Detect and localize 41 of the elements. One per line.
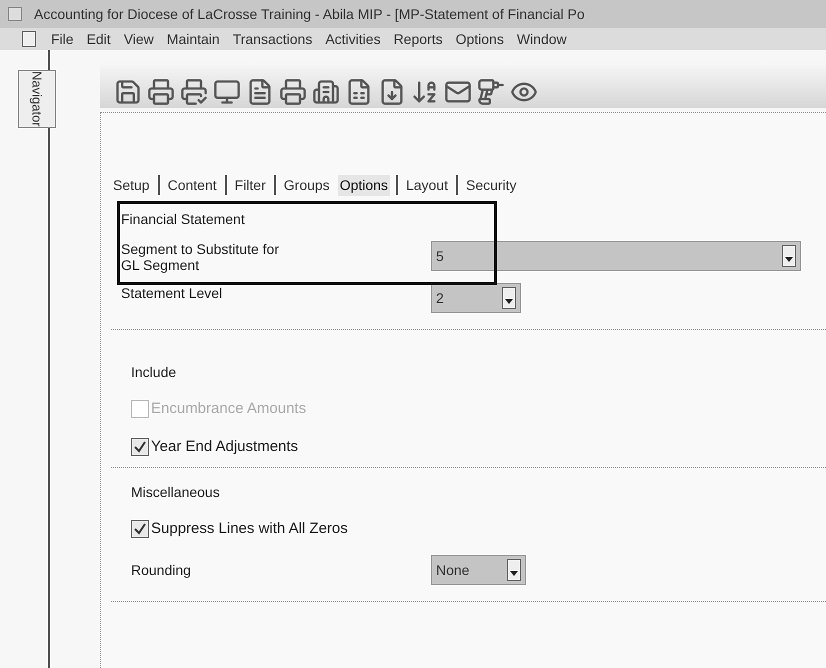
- checkbox-label: Year End Adjustments: [151, 436, 298, 457]
- rounding-dropdown[interactable]: None: [431, 555, 526, 585]
- printer-icon[interactable]: [279, 78, 307, 106]
- checkbox-label: Suppress Lines with All Zeros: [151, 518, 348, 539]
- printer-check-icon[interactable]: [180, 78, 208, 106]
- tab[interactable]: Groups: [282, 174, 332, 196]
- tab[interactable]: Setup: [111, 174, 152, 196]
- menu-item[interactable]: View: [124, 28, 154, 50]
- tab[interactable]: Layout: [404, 174, 450, 196]
- menu-item[interactable]: File: [51, 28, 74, 50]
- group-title: Miscellaneous: [131, 483, 221, 502]
- menu-item[interactable]: Activities: [325, 28, 381, 50]
- building-icon[interactable]: [312, 78, 340, 106]
- statement-level-dropdown[interactable]: 2: [431, 283, 521, 313]
- menu-item[interactable]: Window: [516, 28, 567, 50]
- menu-item[interactable]: Options: [456, 28, 504, 50]
- drill-icon[interactable]: [477, 78, 505, 106]
- app-icon: [8, 7, 22, 21]
- field-label: Statement Level: [121, 284, 224, 303]
- group-title: Include: [131, 363, 178, 382]
- menu-item[interactable]: Transactions: [232, 28, 312, 50]
- monitor-icon[interactable]: [213, 78, 241, 106]
- tab[interactable]: Content: [166, 174, 219, 196]
- field-label: Segment to Substitute for GL Segment: [121, 241, 280, 273]
- window-title: Accounting for Diocese of LaCrosse Training - Abila MIP - [MP-Statement of Financial Po: [34, 4, 585, 24]
- navigator-tab[interactable]: Navigator: [18, 70, 56, 128]
- check-icon: [134, 523, 146, 535]
- printer-icon[interactable]: [147, 78, 175, 106]
- tab[interactable]: Security: [464, 174, 519, 196]
- field-label: Rounding: [131, 560, 192, 580]
- checkbox-label: Encumbrance Amounts: [151, 398, 306, 419]
- tab[interactable]: Filter: [232, 174, 268, 196]
- check-icon: [134, 441, 146, 453]
- group-title: Financial Statement: [121, 210, 246, 229]
- menu-item[interactable]: Reports: [394, 28, 443, 50]
- menu-item[interactable]: Maintain: [166, 28, 220, 50]
- checkbox[interactable]: [131, 520, 149, 538]
- tab[interactable]: Options: [338, 174, 390, 196]
- checkbox[interactable]: [131, 438, 149, 456]
- segment-dropdown[interactable]: 5: [431, 241, 801, 271]
- menu-item[interactable]: Edit: [86, 28, 111, 50]
